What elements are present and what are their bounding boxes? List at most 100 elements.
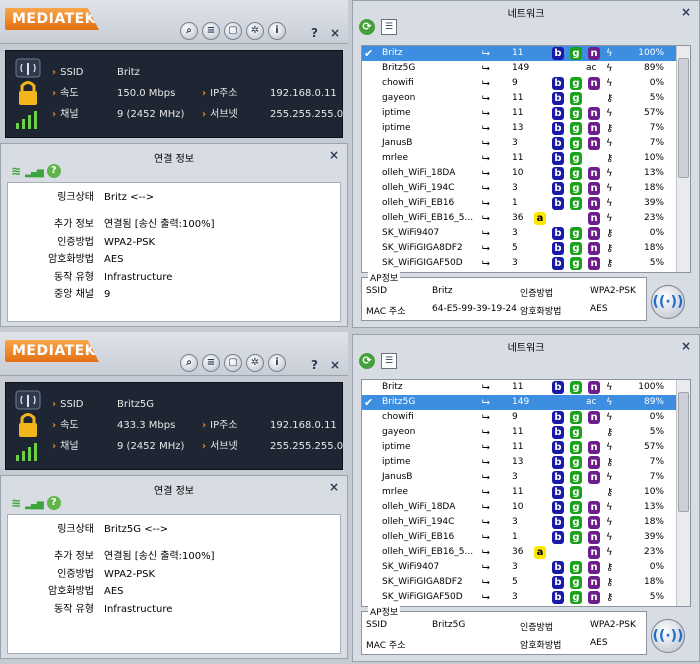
lock-icon: ϟ [606, 502, 613, 513]
mode-n-icon: n [588, 576, 600, 589]
subnet-value: 255.255.255.0 [270, 109, 344, 120]
network-row[interactable]: ✔ Britz ⮡ 11 b g n ϟ 100% [362, 46, 676, 61]
mode-g-icon: g [570, 471, 582, 484]
mode-b-icon: b [552, 197, 564, 210]
scroll-thumb[interactable] [678, 392, 689, 512]
network-row[interactable]: olleh_WiFi_194C ⮡ 3 b g n ϟ 18% [362, 181, 676, 196]
network-row[interactable]: olleh_WiFi_18DA ⮡ 10 b g n ϟ 13% [362, 500, 676, 515]
antenna-icon[interactable]: ((·)) [651, 619, 685, 653]
network-list: Britz ⮡ 11 b g n ϟ 100% ✔ Britz5G ⮡ 149 ac ϟ 89% chowif… [361, 379, 691, 607]
signal-percent: 7% [649, 138, 664, 148]
help-icon[interactable]: ? [46, 164, 61, 178]
help-button[interactable]: ? [311, 358, 318, 372]
network-row[interactable]: olleh_WiFi_18DA ⮡ 10 b g n ϟ 13% [362, 166, 676, 181]
scrollbar[interactable] [676, 380, 690, 606]
lock-icon: ϟ [606, 48, 613, 59]
connected-check-icon: ✔ [364, 47, 374, 60]
network-row[interactable]: iptime ⮡ 11 b g n ϟ 57% [362, 440, 676, 455]
close-button[interactable]: × [330, 358, 340, 372]
close-button[interactable]: × [329, 148, 339, 162]
network-row[interactable]: olleh_WiFi_EB16 ⮡ 1 b g n ϟ 39% [362, 196, 676, 211]
close-button[interactable]: × [330, 26, 340, 40]
scrollbar[interactable] [676, 46, 690, 272]
network-row[interactable]: olleh_WiFi_194C ⮡ 3 b g n ϟ 18% [362, 515, 676, 530]
list-icon[interactable]: ≡ [202, 354, 220, 372]
network-row[interactable]: mrlee ⮡ 11 b g ⚷ 10% [362, 485, 676, 500]
extra-info-label: 추가 정보 [54, 219, 94, 230]
antenna-icon[interactable]: ((·)) [651, 285, 685, 319]
key-icon: ⚷ [606, 258, 614, 269]
toolbar: ⌕ ≡ ▢ ✲ i [180, 354, 286, 374]
network-row[interactable]: SK_WiFi9407 ⮡ 3 b g n ⚷ 0% [362, 226, 676, 241]
wifi-icon[interactable]: ≋ [11, 164, 21, 178]
mode-n-icon: n [588, 47, 600, 60]
network-row[interactable]: mrlee ⮡ 11 b g ⚷ 10% [362, 151, 676, 166]
info-icon[interactable]: i [268, 354, 286, 372]
refresh-icon[interactable]: ⟳ [359, 353, 375, 369]
connection-info-panel: 연결 정보 × ≋ ▂▄▆ ? 링크상태 Britz5G <--> 추가 정보 연결… [0, 475, 348, 659]
network-row[interactable]: JanusB ⮡ 3 b g n ϟ 7% [362, 470, 676, 485]
infrastructure-icon: ⮡ [482, 562, 490, 573]
network-channel: 11 [512, 487, 524, 497]
network-name: SK_WiFiGIGAF50D [382, 592, 463, 602]
network-row[interactable]: Britz5G ⮡ 149 ac ϟ 89% [362, 61, 676, 76]
wifi-icon[interactable]: ≋ [11, 496, 21, 510]
info-icon[interactable]: i [268, 22, 286, 40]
scroll-thumb[interactable] [678, 58, 689, 178]
close-button[interactable]: × [329, 480, 339, 494]
signal-percent: 100% [638, 48, 664, 58]
channel-value: 9 (2452 MHz) [117, 441, 185, 452]
network-row[interactable]: olleh_WiFi_EB16_5... ⮡ 36 a n ϟ 23% [362, 545, 676, 560]
list-icon[interactable]: ≡ [202, 22, 220, 40]
gear-icon[interactable]: ✲ [246, 354, 264, 372]
network-channel: 13 [512, 457, 524, 467]
network-name: mrlee [382, 487, 409, 497]
refresh-icon[interactable]: ⟳ [359, 19, 375, 35]
network-row[interactable]: SK_WiFiGIGA8DF2 ⮡ 5 b g n ⚷ 18% [362, 241, 676, 256]
network-row[interactable]: chowifi ⮡ 9 b g n ϟ 0% [362, 410, 676, 425]
list-view-icon[interactable]: ☰ [381, 19, 397, 35]
network-name: Britz [382, 382, 403, 392]
document-icon[interactable]: ▢ [224, 354, 242, 372]
network-channel: 3 [512, 517, 518, 527]
infrastructure-icon: ⮡ [482, 168, 490, 179]
mode-b-icon: b [552, 77, 564, 90]
channel-value: 9 (2452 MHz) [117, 109, 185, 120]
network-row[interactable]: ✔ Britz5G ⮡ 149 ac ϟ 89% [362, 395, 676, 410]
infrastructure-icon: ⮡ [482, 198, 490, 209]
network-row[interactable]: iptime ⮡ 13 b g n ⚷ 7% [362, 455, 676, 470]
network-row[interactable]: JanusB ⮡ 3 b g n ϟ 7% [362, 136, 676, 151]
list-view-icon[interactable]: ☰ [381, 353, 397, 369]
signal-percent: 7% [649, 457, 664, 467]
encryption-value: AES [104, 586, 124, 597]
connection-info-title: 연결 정보 [154, 154, 194, 165]
network-row[interactable]: SK_WiFiGIGAF50D ⮡ 3 b g n ⚷ 5% [362, 256, 676, 271]
network-name: olleh_WiFi_18DA [382, 168, 456, 178]
close-button[interactable]: × [681, 339, 691, 353]
signal-bars-icon: ▂▄▆ [25, 168, 44, 178]
network-row[interactable]: olleh_WiFi_EB16 ⮡ 1 b g n ϟ 39% [362, 530, 676, 545]
mode-n-icon: n [588, 182, 600, 195]
document-icon[interactable]: ▢ [224, 22, 242, 40]
infrastructure-icon: ⮡ [482, 138, 490, 149]
network-row[interactable]: olleh_WiFi_EB16_5... ⮡ 36 a n ϟ 23% [362, 211, 676, 226]
key-icon: ⚷ [606, 592, 614, 603]
network-row[interactable]: SK_WiFi9407 ⮡ 3 b g n ⚷ 0% [362, 560, 676, 575]
network-name: Britz [382, 48, 403, 58]
network-row[interactable]: SK_WiFiGIGAF50D ⮡ 3 b g n ⚷ 5% [362, 590, 676, 605]
help-button[interactable]: ? [311, 26, 318, 40]
signal-percent: 5% [649, 258, 664, 268]
network-row[interactable]: iptime ⮡ 11 b g n ϟ 57% [362, 106, 676, 121]
network-row[interactable]: SK_WiFiGIGA8DF2 ⮡ 5 b g n ⚷ 18% [362, 575, 676, 590]
help-icon[interactable]: ? [46, 496, 61, 510]
network-row[interactable]: Britz ⮡ 11 b g n ϟ 100% [362, 380, 676, 395]
network-row[interactable]: chowifi ⮡ 9 b g n ϟ 0% [362, 76, 676, 91]
network-row[interactable]: gayeon ⮡ 11 b g ⚷ 5% [362, 91, 676, 106]
network-row[interactable]: gayeon ⮡ 11 b g ⚷ 5% [362, 425, 676, 440]
search-icon[interactable]: ⌕ [180, 354, 198, 372]
network-row[interactable]: iptime ⮡ 13 b g n ⚷ 7% [362, 121, 676, 136]
gear-icon[interactable]: ✲ [246, 22, 264, 40]
search-icon[interactable]: ⌕ [180, 22, 198, 40]
close-button[interactable]: × [681, 5, 691, 19]
infrastructure-icon: ⮡ [482, 123, 490, 134]
